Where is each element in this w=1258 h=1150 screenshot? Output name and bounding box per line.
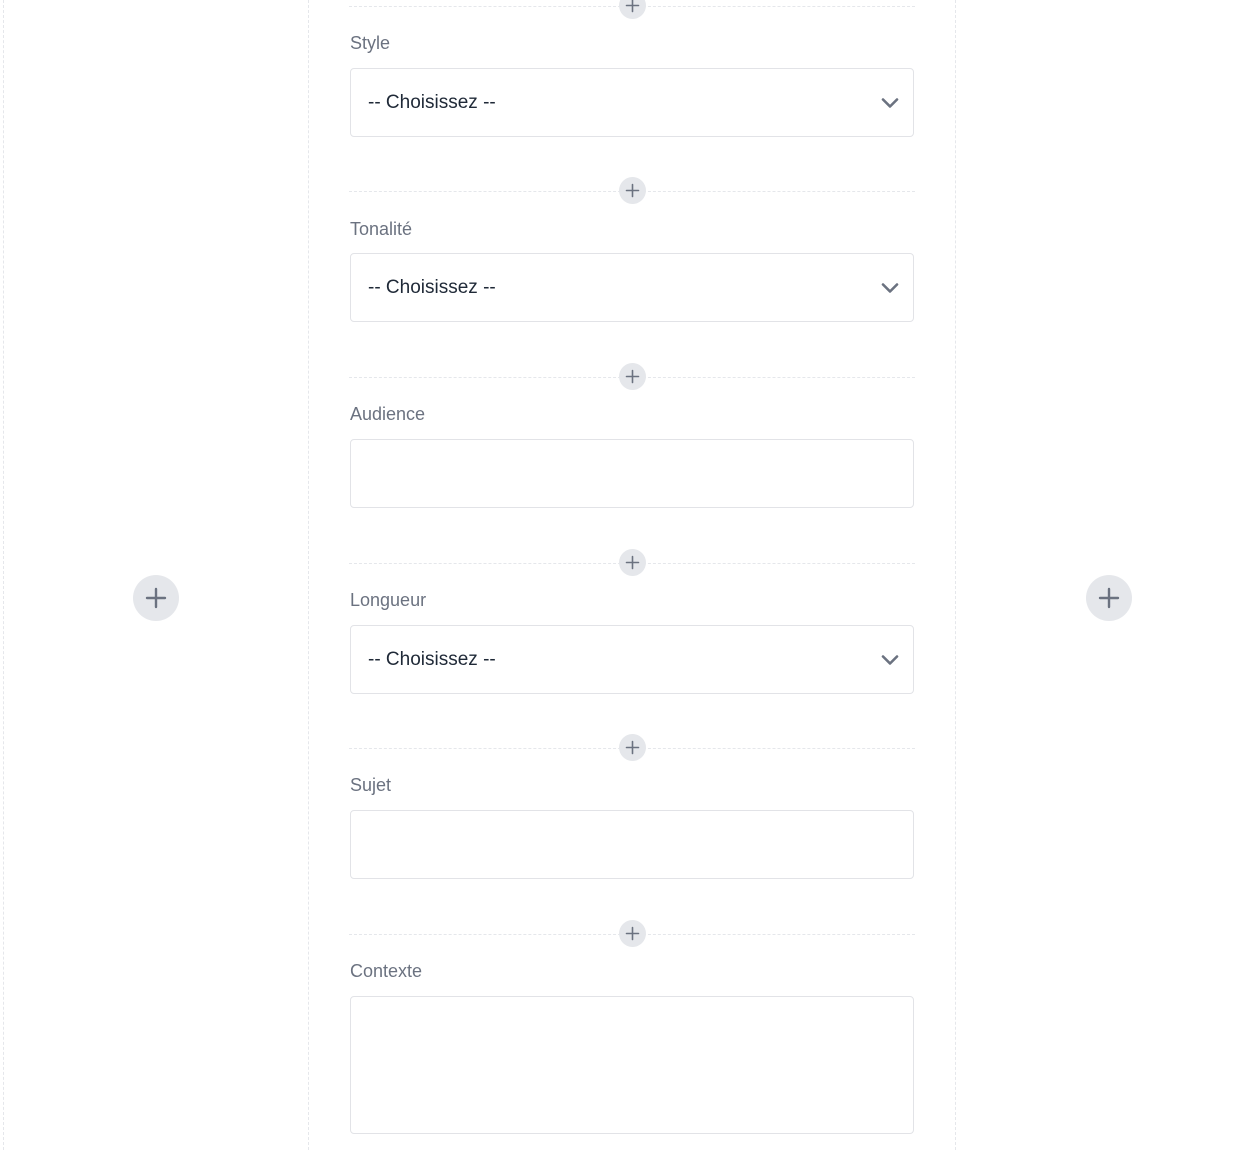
add-field-button[interactable] <box>619 177 646 204</box>
plus-icon <box>625 926 640 941</box>
add-field-button[interactable] <box>619 0 646 19</box>
tonalite-select[interactable]: -- Choisissez -- <box>350 253 914 322</box>
center-column-right-guide <box>955 0 956 1150</box>
add-field-button[interactable] <box>619 549 646 576</box>
sujet-label: Sujet <box>350 775 392 795</box>
add-field-button[interactable] <box>619 920 646 947</box>
add-column-left-button[interactable] <box>133 575 179 621</box>
center-column-left-guide <box>308 0 309 1150</box>
audience-label: Audience <box>350 404 426 424</box>
style-label: Style <box>350 33 391 53</box>
tonalite-label: Tonalité <box>350 219 413 239</box>
form-builder-canvas: Style -- Choisissez -- Tonalité -- Chois… <box>0 0 1258 1150</box>
plus-icon <box>1098 587 1120 609</box>
longueur-label: Longueur <box>350 590 427 610</box>
plus-icon <box>625 555 640 570</box>
tonalite-select-value: -- Choisissez -- <box>368 276 496 298</box>
contexte-textarea[interactable] <box>350 996 914 1134</box>
add-column-right-button[interactable] <box>1086 575 1132 621</box>
plus-icon <box>625 740 640 755</box>
audience-input[interactable] <box>350 439 914 508</box>
chevron-down-icon <box>881 97 899 108</box>
longueur-select[interactable]: -- Choisissez -- <box>350 625 914 694</box>
plus-icon <box>625 369 640 384</box>
plus-icon <box>145 587 167 609</box>
left-column-guide <box>3 0 4 1150</box>
style-select-value: -- Choisissez -- <box>368 91 496 113</box>
chevron-down-icon <box>881 282 899 293</box>
contexte-label: Contexte <box>350 961 423 981</box>
add-field-button[interactable] <box>619 734 646 761</box>
plus-icon <box>625 0 640 13</box>
add-field-button[interactable] <box>619 363 646 390</box>
style-select[interactable]: -- Choisissez -- <box>350 68 914 137</box>
plus-icon <box>625 183 640 198</box>
sujet-input[interactable] <box>350 810 914 879</box>
chevron-down-icon <box>881 654 899 665</box>
longueur-select-value: -- Choisissez -- <box>368 648 496 670</box>
